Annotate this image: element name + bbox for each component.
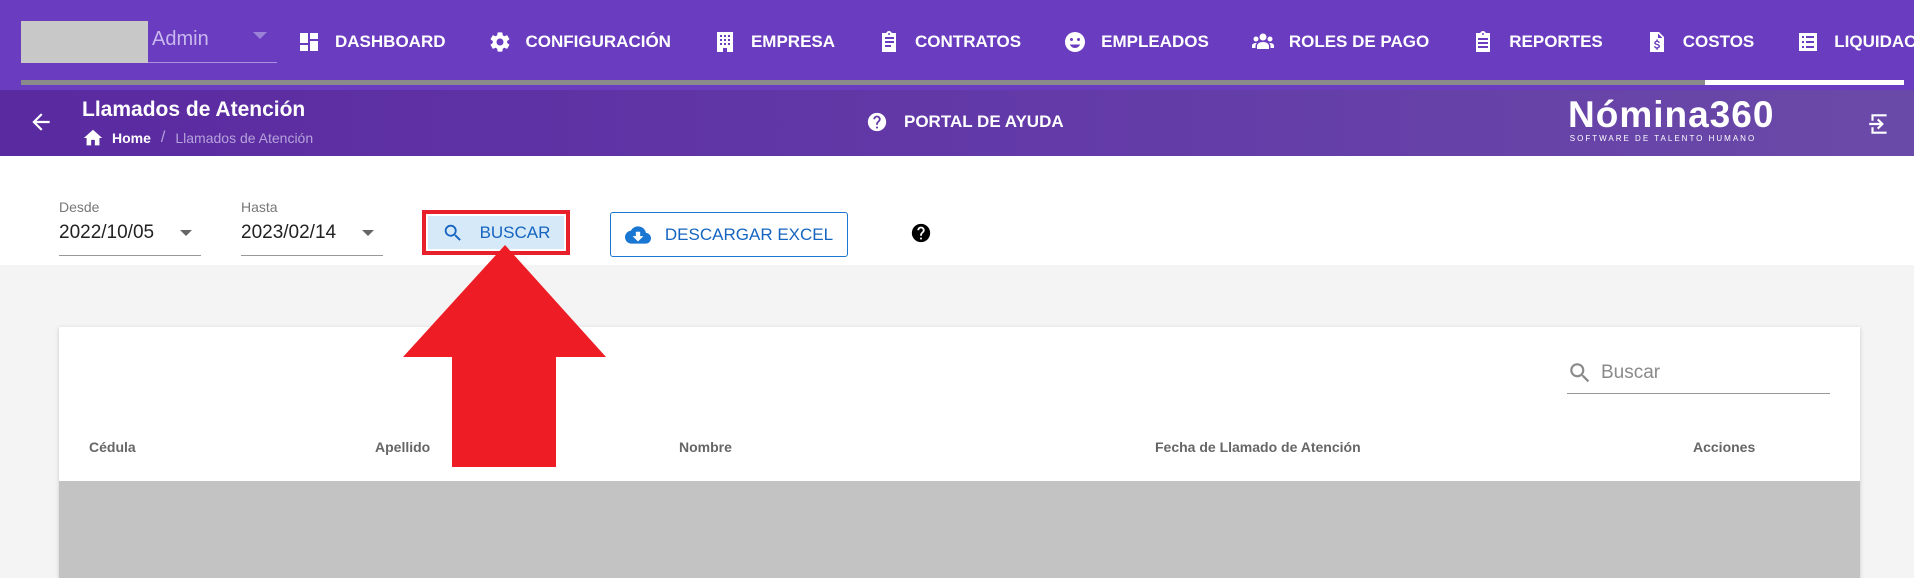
gear-icon: [490, 32, 509, 52]
logout-icon[interactable]: [1866, 111, 1892, 137]
home-icon: [83, 129, 103, 146]
search-icon: [1570, 363, 1590, 383]
table-search[interactable]: [1567, 355, 1830, 394]
column-header-cedula[interactable]: Cédula: [89, 439, 136, 455]
descargar-excel-button[interactable]: DESCARGAR EXCEL: [610, 212, 848, 257]
invoice-dollar-icon: [1649, 32, 1664, 52]
desde-value[interactable]: 2022/10/05: [59, 222, 154, 244]
help-portal-label: PORTAL DE AYUDA: [904, 112, 1064, 131]
brand-logo: Nómina360 SOFTWARE DE TALENTO HUMANO: [1568, 94, 1775, 146]
chevron-down-icon[interactable]: [180, 230, 192, 236]
column-header-nombre[interactable]: Nombre: [679, 439, 732, 455]
desde-underline: [59, 255, 201, 256]
avatar: [21, 21, 148, 63]
nav-item-empleados[interactable]: EMPLEADOS: [1063, 22, 1209, 62]
search-input[interactable]: [1601, 359, 1821, 387]
building-icon: [716, 32, 733, 52]
main-menu: DASHBOARD CONFIGURACIÓN EMPRESA CONTRATO…: [297, 22, 1914, 62]
desde-date-field[interactable]: Desde 2022/10/05: [59, 156, 201, 256]
help-icon[interactable]: [910, 222, 932, 244]
nav-active-indicator: [1705, 80, 1904, 85]
descargar-excel-label: DESCARGAR EXCEL: [664, 224, 834, 244]
page-title: Llamados de Atención: [82, 98, 306, 121]
hasta-label: Hasta: [241, 199, 278, 215]
table-body: [59, 481, 1860, 578]
clipboard-icon: [882, 31, 897, 52]
breadcrumb-separator: /: [160, 129, 166, 146]
nav-item-label: EMPRESA: [750, 32, 836, 51]
user-menu[interactable]: Admin: [21, 21, 277, 63]
nav-item-label: ROLES DE PAGO: [1288, 32, 1430, 51]
nav-item-label: DASHBOARD: [335, 32, 446, 51]
breadcrumb-current: Llamados de Atención: [175, 130, 314, 146]
column-header-acciones: Acciones: [1693, 439, 1756, 455]
nav-item-label: REPORTES: [1509, 32, 1603, 51]
help-portal-link[interactable]: PORTAL DE AYUDA: [866, 111, 1064, 133]
list-icon: [1799, 33, 1818, 51]
nav-divider: [21, 80, 1904, 85]
desde-label: Desde: [59, 199, 100, 215]
nav-item-label: LIQUIDACIONES: [1834, 32, 1914, 51]
page-header: Llamados de Atención Home / Llamados de …: [0, 90, 1914, 156]
nav-item-label: CONFIGURACIÓN: [525, 32, 671, 51]
hasta-underline: [241, 255, 383, 256]
filter-bar: Desde 2022/10/05 Hasta 2023/02/14 BUSCAR…: [0, 156, 1914, 265]
dashboard-icon: [300, 33, 318, 51]
nav-item-label: EMPLEADOS: [1101, 32, 1209, 51]
nav-item-dashboard[interactable]: DASHBOARD: [297, 22, 446, 62]
breadcrumb: Home / Llamados de Atención: [82, 128, 313, 148]
back-arrow-icon[interactable]: [28, 109, 54, 135]
brand-name: Nómina360: [1568, 94, 1775, 135]
breadcrumb-home-link[interactable]: Home: [112, 130, 151, 146]
buscar-label: BUSCAR: [479, 222, 551, 242]
nav-item-configuracion[interactable]: CONFIGURACIÓN: [488, 22, 671, 62]
buscar-button[interactable]: BUSCAR: [422, 210, 570, 255]
brand-tagline: SOFTWARE DE TALENTO HUMANO: [1569, 134, 1757, 143]
nav-item-label: CONTRATOS: [915, 32, 1022, 51]
hasta-date-field[interactable]: Hasta 2023/02/14: [241, 156, 383, 256]
column-header-fecha[interactable]: Fecha de Llamado de Atención: [1155, 439, 1361, 455]
help-circle-icon: [867, 112, 887, 132]
face-icon: [1065, 32, 1086, 52]
nav-item-label: COSTOS: [1682, 32, 1755, 51]
data-table-card: Cédula Apellido Nombre Fecha de Llamado …: [59, 327, 1860, 578]
nav-item-empresa[interactable]: EMPRESA: [713, 22, 835, 62]
nav-item-contratos[interactable]: CONTRATOS: [877, 22, 1021, 62]
nav-item-liquidaciones[interactable]: LIQUIDACIONES: [1796, 22, 1914, 62]
nav-item-costos[interactable]: COSTOS: [1645, 22, 1754, 62]
search-icon: [444, 224, 461, 241]
chevron-down-icon[interactable]: [362, 230, 374, 236]
chevron-down-icon[interactable]: [253, 32, 267, 39]
cloud-download-icon: [624, 225, 651, 244]
nav-item-roles-de-pago[interactable]: ROLES DE PAGO: [1251, 22, 1429, 62]
user-name: Admin: [152, 28, 209, 50]
column-header-apellido[interactable]: Apellido: [375, 439, 430, 455]
top-navigation-bar: Admin DASHBOARD CONFIGURACIÓN EMPRESA CO…: [0, 0, 1914, 90]
hasta-value[interactable]: 2023/02/14: [241, 222, 336, 244]
buscar-button-body[interactable]: BUSCAR: [428, 216, 564, 249]
nav-item-reportes[interactable]: REPORTES: [1471, 22, 1603, 62]
people-icon: [1251, 33, 1274, 49]
report-clipboard-icon: [1476, 31, 1491, 52]
